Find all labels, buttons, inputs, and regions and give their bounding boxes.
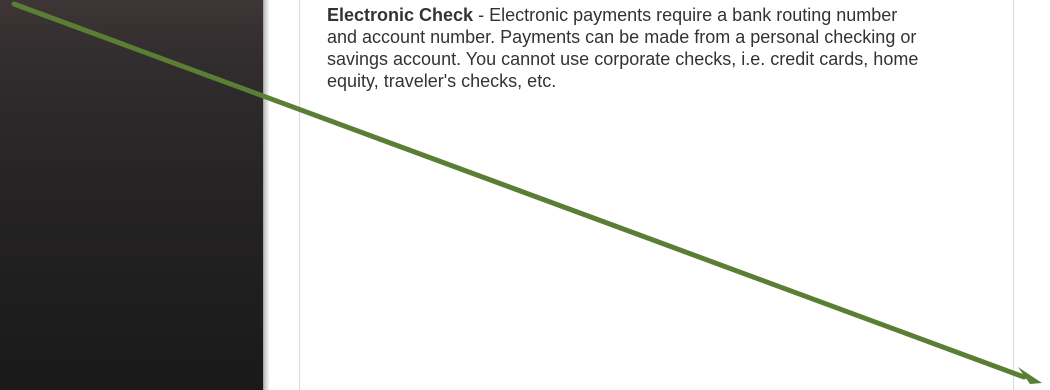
sidebar-divider [263, 0, 269, 390]
arrow-head-icon [1018, 367, 1042, 384]
sidebar-panel [0, 0, 263, 390]
payment-method-description: Electronic Check - Electronic payments r… [327, 4, 927, 92]
title-separator: - [473, 5, 490, 25]
payment-method-title: Electronic Check [327, 5, 474, 25]
